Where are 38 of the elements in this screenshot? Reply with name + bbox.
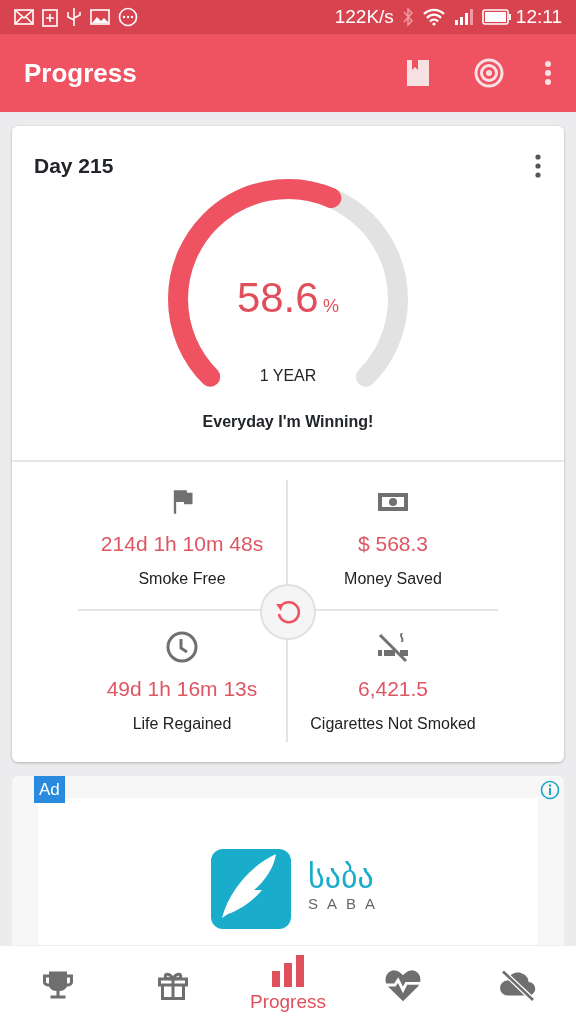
stat-value: 214d 1h 10m 48s bbox=[100, 530, 264, 557]
battery-plus-icon bbox=[42, 7, 58, 27]
clock-icon bbox=[165, 629, 199, 664]
no-smoking-icon bbox=[375, 630, 411, 663]
wifi-icon bbox=[421, 8, 446, 26]
screen-title: Progress bbox=[24, 56, 137, 90]
day-counter: Day 215 bbox=[34, 153, 114, 179]
ad-badge: Ad bbox=[34, 775, 65, 803]
stat-label: Smoke Free bbox=[138, 569, 226, 589]
usb-icon bbox=[66, 7, 82, 27]
bluetooth-icon bbox=[401, 7, 414, 27]
brand-name: საბა bbox=[308, 861, 375, 894]
book-icon[interactable] bbox=[406, 59, 430, 87]
motto: Everyday I'm Winning! bbox=[202, 412, 374, 430]
image-icon bbox=[90, 8, 110, 26]
stat-label: Life Regained bbox=[132, 714, 232, 734]
signal-icon bbox=[453, 8, 474, 26]
percent-value: 58.6 bbox=[236, 273, 319, 321]
heart-pulse-icon[interactable] bbox=[383, 967, 424, 1003]
percent-sign: % bbox=[323, 295, 340, 316]
stat-value: 49d 1h 16m 13s bbox=[106, 675, 258, 702]
bar-chart-icon[interactable] bbox=[270, 953, 305, 988]
battery-icon bbox=[481, 9, 512, 25]
network-speed: 122K/s bbox=[334, 4, 394, 29]
stat-value: $ 568.3 bbox=[357, 530, 429, 557]
stat-value: 6,421.5 bbox=[357, 675, 429, 702]
info-icon[interactable] bbox=[540, 780, 560, 801]
stat-label: Money Saved bbox=[344, 569, 442, 589]
brand-name: SABA bbox=[308, 894, 385, 915]
clock-time: 12:11 bbox=[515, 4, 562, 29]
mail-icon bbox=[14, 8, 34, 26]
target-icon[interactable] bbox=[474, 58, 504, 88]
feather-logo-icon bbox=[210, 847, 292, 930]
more-circle-icon bbox=[118, 7, 138, 27]
nav-label[interactable]: Progress bbox=[249, 987, 326, 1017]
more-icon[interactable] bbox=[534, 153, 542, 178]
stat-label: Cigarettes Not Smoked bbox=[310, 714, 476, 734]
goal-label: 1 YEAR bbox=[259, 366, 317, 384]
